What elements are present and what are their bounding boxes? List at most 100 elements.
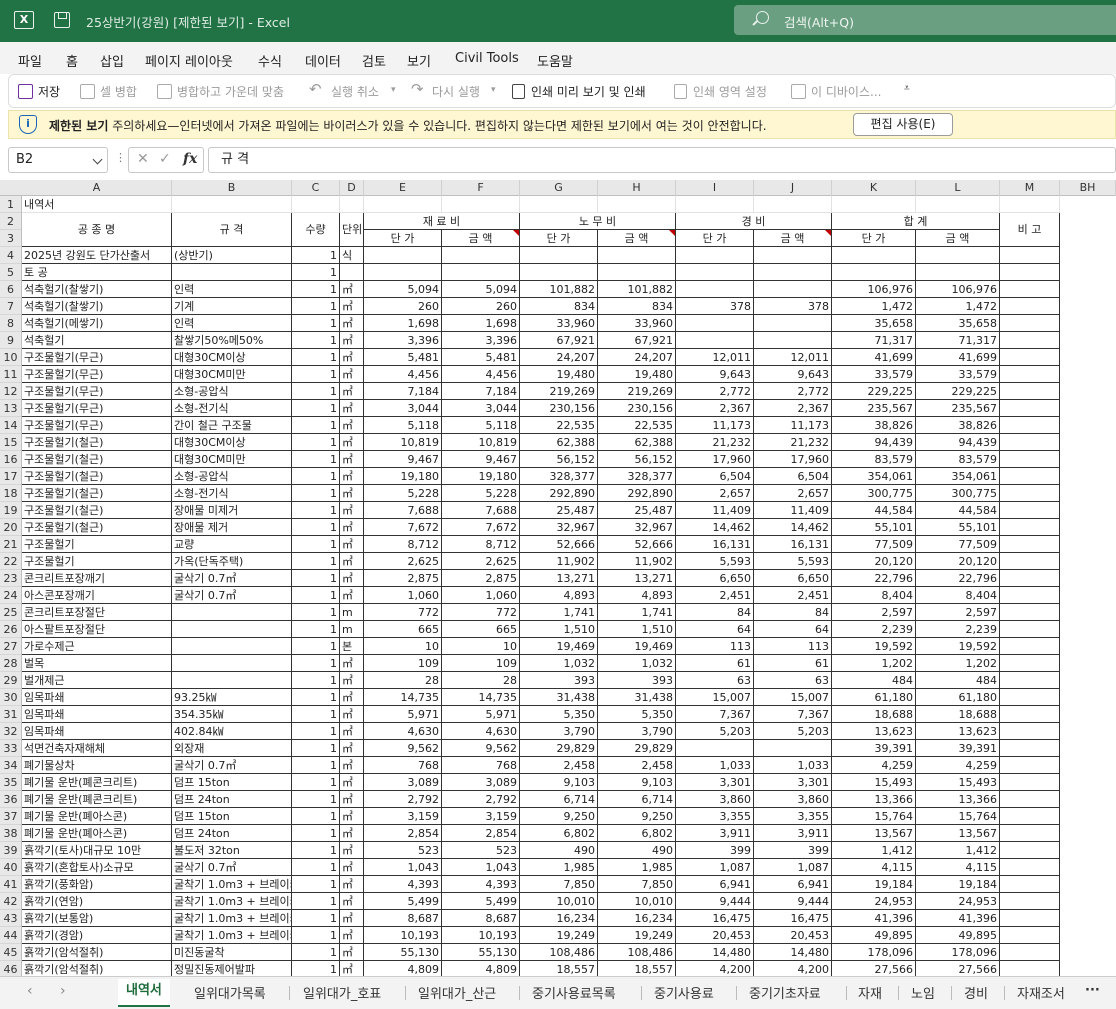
table-cell[interactable]: 71,317 xyxy=(832,332,916,349)
table-cell[interactable]: 32,967 xyxy=(520,519,598,536)
table-cell[interactable]: 1,985 xyxy=(598,859,676,876)
table-cell[interactable] xyxy=(1000,298,1060,315)
table-cell[interactable]: 1 xyxy=(292,298,340,315)
header-amount[interactable]: 금 액 xyxy=(916,230,1000,247)
row-header[interactable]: 42 xyxy=(0,893,21,910)
column-header-g[interactable]: G xyxy=(520,180,598,196)
header-unit-price[interactable]: 단 가 xyxy=(676,230,754,247)
table-cell[interactable]: 31,438 xyxy=(598,689,676,706)
table-cell[interactable]: 5,499 xyxy=(442,893,520,910)
table-cell[interactable]: 41,396 xyxy=(916,910,1000,927)
table-cell[interactable]: 15,764 xyxy=(832,808,916,825)
name-box[interactable]: B2 xyxy=(8,147,108,173)
table-cell[interactable]: 1 xyxy=(292,315,340,332)
table-cell[interactable]: 6,714 xyxy=(598,791,676,808)
table-cell[interactable]: 17,960 xyxy=(754,451,832,468)
table-cell[interactable]: 15,493 xyxy=(916,774,1000,791)
row-header[interactable]: 40 xyxy=(0,859,21,876)
merge-center-button[interactable]: 병합하고 가운데 맞춤 xyxy=(177,83,284,100)
table-cell[interactable]: 10 xyxy=(442,638,520,655)
row-header[interactable]: 20 xyxy=(0,519,21,536)
table-cell[interactable]: 구조물헐기(철근) xyxy=(22,434,172,451)
row-header[interactable]: 32 xyxy=(0,723,21,740)
table-cell[interactable]: 1,741 xyxy=(520,604,598,621)
table-cell[interactable]: 14,480 xyxy=(676,944,754,961)
table-cell[interactable]: 굴삭기 0.7㎥ xyxy=(172,570,292,587)
table-cell[interactable]: 772 xyxy=(364,604,442,621)
table-cell[interactable]: 3,355 xyxy=(676,808,754,825)
table-cell[interactable]: 10,193 xyxy=(442,927,520,944)
table-cell[interactable]: 구조물헐기 xyxy=(22,536,172,553)
menu-review[interactable]: 검토 xyxy=(362,51,386,70)
table-cell[interactable]: 장애물 미제거 xyxy=(172,502,292,519)
row-header[interactable]: 23 xyxy=(0,570,21,587)
previous-sheet-icon[interactable]: ‹ xyxy=(27,983,33,999)
table-cell[interactable]: ㎥ xyxy=(340,519,364,536)
table-cell[interactable]: m xyxy=(340,621,364,638)
table-cell[interactable]: 13,567 xyxy=(832,825,916,842)
table-cell[interactable]: 834 xyxy=(520,298,598,315)
table-cell[interactable]: 29,829 xyxy=(598,740,676,757)
table-cell[interactable]: 5,499 xyxy=(364,893,442,910)
table-cell[interactable]: 3,911 xyxy=(676,825,754,842)
table-cell[interactable]: 52,666 xyxy=(598,536,676,553)
table-cell[interactable]: 219,269 xyxy=(598,383,676,400)
table-cell[interactable]: 10,193 xyxy=(364,927,442,944)
table-cell[interactable]: 523 xyxy=(364,842,442,859)
row-header[interactable]: 14 xyxy=(0,417,21,434)
table-cell[interactable]: 12,011 xyxy=(754,349,832,366)
table-cell[interactable] xyxy=(1000,689,1060,706)
table-cell[interactable]: 6,650 xyxy=(676,570,754,587)
row-header[interactable]: 44 xyxy=(0,927,21,944)
table-cell[interactable]: 5,350 xyxy=(598,706,676,723)
table-cell[interactable]: 임목파쇄 xyxy=(22,706,172,723)
row-header[interactable]: 18 xyxy=(0,485,21,502)
row-header[interactable]: 27 xyxy=(0,638,21,655)
table-cell[interactable]: 굴삭기 0.7㎥ xyxy=(172,757,292,774)
table-cell[interactable]: 3,396 xyxy=(442,332,520,349)
table-cell[interactable]: 1 xyxy=(292,791,340,808)
table-cell[interactable]: 77,509 xyxy=(916,536,1000,553)
column-header-m[interactable]: M xyxy=(1000,180,1060,196)
table-cell[interactable] xyxy=(1000,281,1060,298)
table-cell[interactable]: 1,032 xyxy=(598,655,676,672)
table-cell[interactable]: 1 xyxy=(292,774,340,791)
table-cell[interactable]: 5,094 xyxy=(442,281,520,298)
table-cell[interactable]: 폐기물 운반(폐콘크리트) xyxy=(22,774,172,791)
table-cell[interactable]: 1 xyxy=(292,757,340,774)
tab-sheet-6[interactable]: 중기사용료 xyxy=(654,983,714,1002)
table-cell[interactable] xyxy=(1000,808,1060,825)
table-cell[interactable]: ㎥ xyxy=(340,893,364,910)
table-cell[interactable]: 56,152 xyxy=(520,451,598,468)
table-cell[interactable]: 63 xyxy=(676,672,754,689)
table-cell[interactable]: 덤프 15ton xyxy=(172,774,292,791)
table-cell[interactable]: 24,953 xyxy=(916,893,1000,910)
table-cell[interactable]: 1 xyxy=(292,383,340,400)
header-unit-price[interactable]: 단 가 xyxy=(520,230,598,247)
table-cell[interactable]: 19,480 xyxy=(520,366,598,383)
table-cell[interactable]: 490 xyxy=(520,842,598,859)
table-cell[interactable]: 1 xyxy=(292,332,340,349)
column-header-c[interactable]: C xyxy=(292,180,340,196)
table-cell[interactable]: 1 xyxy=(292,519,340,536)
menu-insert[interactable]: 삽입 xyxy=(100,51,124,70)
table-cell[interactable]: 11,173 xyxy=(754,417,832,434)
table-cell[interactable]: 11,173 xyxy=(676,417,754,434)
row-header[interactable]: 30 xyxy=(0,689,21,706)
table-cell[interactable]: 10,819 xyxy=(442,434,520,451)
table-cell[interactable]: 2,451 xyxy=(754,587,832,604)
table-cell[interactable]: 35,658 xyxy=(832,315,916,332)
table-cell[interactable]: 6,802 xyxy=(598,825,676,842)
table-cell[interactable]: 벌목 xyxy=(22,655,172,672)
table-cell[interactable]: 7,367 xyxy=(676,706,754,723)
table-cell[interactable] xyxy=(1000,264,1060,281)
table-cell[interactable] xyxy=(676,196,754,213)
table-cell[interactable]: 16,131 xyxy=(676,536,754,553)
table-cell[interactable]: ㎥ xyxy=(340,400,364,417)
table-cell[interactable]: ㎥ xyxy=(340,587,364,604)
table-cell[interactable]: 2,792 xyxy=(364,791,442,808)
table-cell[interactable]: 흙깍기(경암) xyxy=(22,927,172,944)
table-cell[interactable]: 8,687 xyxy=(442,910,520,927)
table-cell[interactable]: ㎥ xyxy=(340,366,364,383)
table-cell[interactable]: 300,775 xyxy=(916,485,1000,502)
